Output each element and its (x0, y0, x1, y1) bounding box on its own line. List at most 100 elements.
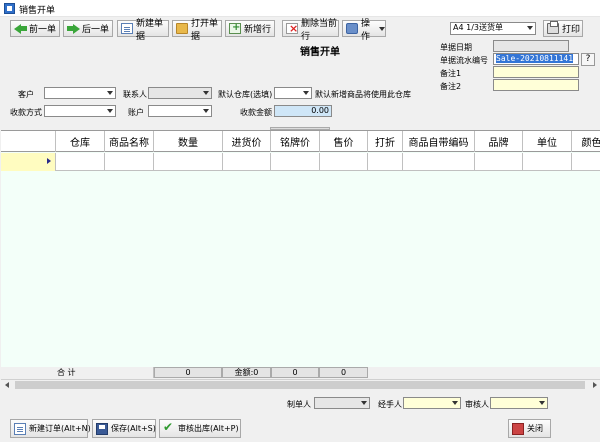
table-cell[interactable] (403, 153, 475, 171)
new-order-label: 新建订单(Alt+N) (29, 424, 91, 433)
column-header[interactable]: 颜色 (572, 131, 600, 152)
horizontal-scrollbar[interactable] (1, 379, 600, 390)
chevron-down-icon (536, 398, 547, 408)
help-button[interactable]: ? (581, 53, 595, 66)
maker-select[interactable] (314, 397, 370, 409)
review-outbound-button[interactable]: 审核出库(Alt+P) (159, 419, 241, 438)
customer-label: 客户 (18, 90, 34, 99)
reviewer-select[interactable] (490, 397, 548, 409)
new-bill-button[interactable]: 新建单据 (117, 19, 169, 42)
column-header[interactable]: 铭牌价 (271, 131, 320, 152)
close-button[interactable]: 关闭 (508, 419, 551, 438)
scrollbar-thumb[interactable] (15, 381, 585, 389)
total-amount: 金额: 0 (222, 367, 271, 378)
new-order-button[interactable]: 新建订单(Alt+N) (10, 419, 91, 438)
table-cell[interactable] (523, 153, 572, 171)
table-cell[interactable] (154, 153, 223, 171)
total-amount-label: 金额: (234, 368, 254, 377)
total-amount-value: 0 (253, 368, 259, 377)
contact-label: 联系人 (123, 90, 147, 99)
open-bill-button[interactable]: 打开单据 (172, 19, 222, 42)
default-warehouse-hint: 默认新增商品将使用此仓库 (315, 90, 411, 99)
column-header[interactable]: 售价 (320, 131, 368, 152)
column-header[interactable]: 单位 (523, 131, 572, 152)
table-cell[interactable] (368, 153, 403, 171)
bill-date-field[interactable] (493, 40, 569, 52)
table-cell[interactable] (475, 153, 523, 171)
total-col4: 0 (319, 367, 368, 378)
new-bill-label: 新建单据 (136, 18, 164, 42)
print-template-select[interactable]: A4 1/3送货单 (450, 22, 536, 35)
arrow-left-icon (14, 23, 27, 34)
serial-number-field[interactable]: Sale-20210811141 (493, 53, 579, 65)
table-cell[interactable] (271, 153, 320, 171)
previous-bill-label: 前一单 (29, 25, 57, 35)
column-header[interactable]: 商品名称 (105, 131, 154, 152)
item-grid[interactable]: 仓库 商品名称 数量 进货价 铭牌价 售价 打折 商品自带编码 品牌 单位 颜色 (1, 130, 600, 378)
amount-received-label: 收款金额 (240, 108, 272, 117)
handler-select[interactable] (403, 397, 461, 409)
table-cell[interactable] (320, 153, 368, 171)
window-title: 销售开单 (19, 6, 56, 16)
close-label: 关闭 (527, 424, 543, 433)
column-header[interactable]: 进货价 (223, 131, 271, 152)
chevron-down-icon (104, 106, 115, 116)
account-select[interactable] (148, 105, 212, 117)
chevron-down-icon (200, 88, 211, 98)
row-header-corner (1, 131, 56, 152)
amount-received-field[interactable]: 0.00 (274, 105, 332, 117)
print-label: 打印 (562, 25, 581, 35)
grid-header: 仓库 商品名称 数量 进货价 铭牌价 售价 打折 商品自带编码 品牌 单位 颜色 (1, 131, 600, 152)
row-selector[interactable] (1, 153, 56, 171)
table-cell[interactable] (223, 153, 271, 171)
account-label: 账户 (128, 108, 144, 117)
operate-menu-button[interactable]: 操作 (342, 19, 386, 42)
contact-select[interactable] (148, 87, 212, 99)
operate-label: 操作 (361, 18, 371, 42)
table-cell[interactable] (572, 153, 600, 171)
payment-method-select[interactable] (44, 105, 116, 117)
column-header[interactable]: 仓库 (56, 131, 105, 152)
reviewer-label: 审核人 (465, 400, 489, 409)
chevron-left-icon (4, 382, 9, 388)
table-cell[interactable] (56, 153, 105, 171)
default-warehouse-select[interactable] (274, 87, 312, 99)
operate-icon (346, 23, 358, 34)
summary-filler (368, 367, 600, 378)
payment-method-label: 收款方式 (10, 108, 42, 117)
chevron-down-icon (104, 88, 115, 98)
table-row[interactable] (1, 153, 600, 171)
chevron-right-icon (592, 382, 597, 388)
close-icon (512, 422, 524, 435)
print-button[interactable]: 打印 (543, 20, 583, 37)
arrow-right-icon (67, 23, 80, 34)
add-row-button[interactable]: 新增行 (225, 20, 275, 37)
next-bill-button[interactable]: 后一单 (63, 20, 113, 37)
app-icon (4, 3, 15, 14)
scroll-left-button[interactable] (1, 380, 12, 390)
bill-date-label: 单据日期 (440, 43, 472, 52)
chevron-down-icon (300, 88, 311, 98)
printer-icon (547, 21, 559, 34)
handler-label: 经手人 (378, 400, 402, 409)
table-cell[interactable] (105, 153, 154, 171)
customer-select[interactable] (44, 87, 116, 99)
note1-field[interactable] (493, 66, 579, 78)
note2-field[interactable] (493, 79, 579, 91)
save-button[interactable]: 保存(Alt+S) (92, 419, 156, 438)
delete-row-button[interactable]: 删除当前行 (282, 19, 339, 42)
column-header[interactable]: 数量 (154, 131, 223, 152)
previous-bill-button[interactable]: 前一单 (10, 20, 60, 37)
check-icon (163, 420, 175, 435)
chevron-down-icon (449, 398, 460, 408)
delete-row-label: 删除当前行 (301, 18, 338, 42)
column-header[interactable]: 品牌 (475, 131, 523, 152)
column-header[interactable]: 商品自带编码 (403, 131, 475, 152)
column-header[interactable]: 打折 (368, 131, 403, 152)
scroll-right-button[interactable] (589, 380, 600, 390)
review-outbound-label: 审核出库(Alt+P) (178, 424, 239, 433)
serial-number-value: Sale-20210811141 (496, 54, 574, 63)
save-label: 保存(Alt+S) (111, 424, 156, 433)
summary-row: 合 计 0 金额: 0 0 0 (1, 367, 600, 378)
new-document-icon (121, 23, 133, 34)
